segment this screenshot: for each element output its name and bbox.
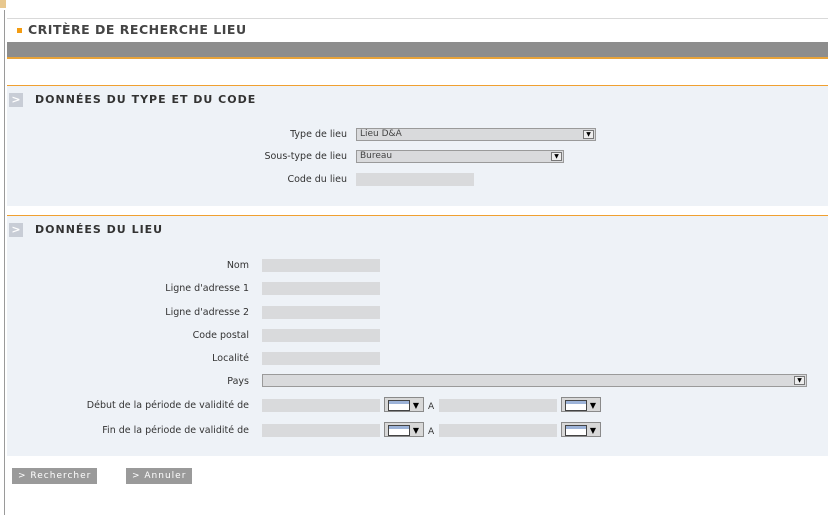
code-label: Code du lieu xyxy=(287,174,347,185)
fin-to-input[interactable] xyxy=(439,424,557,437)
postal-input[interactable] xyxy=(262,329,380,342)
debut-from-input[interactable] xyxy=(262,399,380,412)
calendar-icon xyxy=(388,425,410,436)
calendar-button[interactable]: ▼ xyxy=(384,422,424,437)
calendar-button[interactable]: ▼ xyxy=(561,422,601,437)
chevron-down-icon: ▼ xyxy=(589,426,596,435)
section-title: DONNÉES DU LIEU xyxy=(35,223,164,236)
chevron-down-icon: ▼ xyxy=(412,401,419,410)
section-type-code: > DONNÉES DU TYPE ET DU CODE Type de lie… xyxy=(7,85,828,206)
section-lieu: > DONNÉES DU LIEU Nom Ligne d'adresse 1 … xyxy=(7,215,828,456)
cancel-button[interactable]: > Annuler xyxy=(126,468,193,484)
page-header: CRITÈRE DE RECHERCHE LIEU xyxy=(7,18,828,43)
fin-label: Fin de la période de validité de xyxy=(102,425,249,436)
debut-to-input[interactable] xyxy=(439,399,557,412)
addr1-input[interactable] xyxy=(262,282,380,295)
debut-label: Début de la période de validité de xyxy=(86,400,249,411)
addr1-label: Ligne d'adresse 1 xyxy=(165,283,249,294)
chevron-down-icon[interactable]: ▼ xyxy=(794,376,805,385)
header-band xyxy=(7,42,828,59)
nom-label: Nom xyxy=(226,260,249,271)
type-select[interactable]: Lieu D&A ▼ xyxy=(356,128,596,141)
addr2-label: Ligne d'adresse 2 xyxy=(165,307,249,318)
type-label: Type de lieu xyxy=(290,129,347,140)
chevron-down-icon[interactable]: ▼ xyxy=(583,130,594,139)
calendar-icon xyxy=(565,425,587,436)
range-separator: A xyxy=(428,402,435,412)
subtype-label: Sous-type de lieu xyxy=(264,151,347,162)
chevron-right-icon: > xyxy=(9,223,23,237)
type-value: Lieu D&A xyxy=(360,129,402,139)
bullet-icon xyxy=(17,28,22,33)
chevron-right-icon: > xyxy=(9,93,23,107)
localite-input[interactable] xyxy=(262,352,380,365)
pays-label: Pays xyxy=(227,376,249,387)
section-title: DONNÉES DU TYPE ET DU CODE xyxy=(35,93,257,106)
calendar-icon xyxy=(565,400,587,411)
fin-from-input[interactable] xyxy=(262,424,380,437)
search-button[interactable]: > Rechercher xyxy=(12,468,98,484)
page-title: CRITÈRE DE RECHERCHE LIEU xyxy=(28,22,247,37)
chevron-down-icon: ▼ xyxy=(412,426,419,435)
chevron-down-icon: ▼ xyxy=(589,401,596,410)
localite-label: Localité xyxy=(212,353,249,364)
calendar-icon xyxy=(388,400,410,411)
left-accent xyxy=(0,0,6,8)
chevron-down-icon[interactable]: ▼ xyxy=(551,152,562,161)
code-input[interactable] xyxy=(356,173,474,186)
nom-input[interactable] xyxy=(262,259,380,272)
postal-label: Code postal xyxy=(192,330,249,341)
calendar-button[interactable]: ▼ xyxy=(384,397,424,412)
addr2-input[interactable] xyxy=(262,306,380,319)
pays-select[interactable]: ▼ xyxy=(262,374,807,387)
subtype-value: Bureau xyxy=(360,151,393,161)
calendar-button[interactable]: ▼ xyxy=(561,397,601,412)
left-border xyxy=(4,10,5,515)
range-separator: A xyxy=(428,427,435,437)
subtype-select[interactable]: Bureau ▼ xyxy=(356,150,564,163)
